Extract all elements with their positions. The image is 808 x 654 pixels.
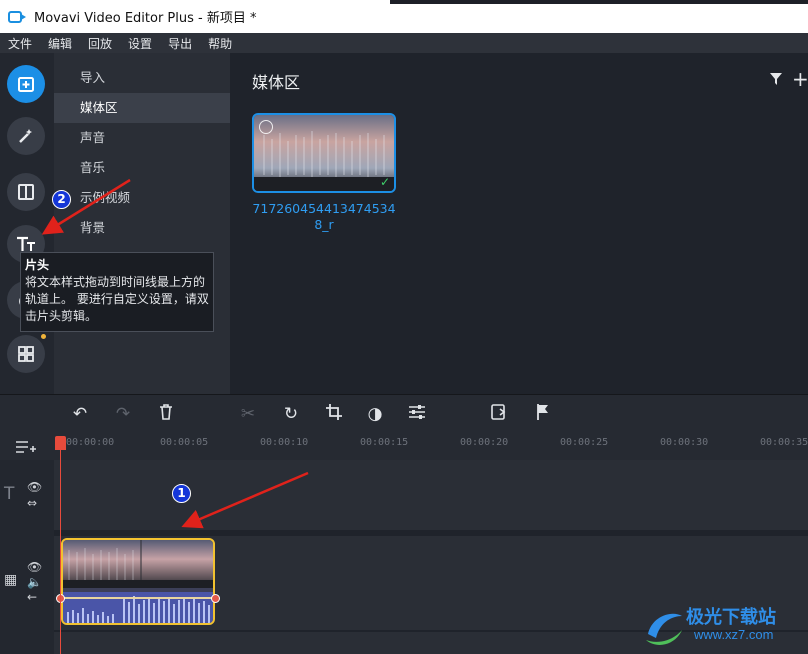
annotation-marker-2: 2 [52,190,71,209]
title-bar-strip [390,0,808,4]
play-icon [259,120,273,134]
more-tools-button[interactable] [7,335,45,373]
tooltip-body: 将文本样式拖动到时间线最上方的轨道上。 要进行自定义设置，请双击片头剪辑。 [25,275,209,323]
playhead-line[interactable] [60,440,61,654]
timeline-ruler[interactable]: 00:00:00 00:00:05 00:00:10 00:00:15 00:0… [0,432,808,460]
clip-right-handle[interactable] [211,594,220,603]
checkmark-icon: ✓ [379,175,390,189]
media-clip-name: 717260454413474534 8_r [252,201,396,232]
add-track-icon[interactable] [16,440,36,458]
eye-icon[interactable]: 👁 [27,560,42,574]
watermark: 极光下载站 www.xz7.com [642,602,802,650]
volume-line[interactable] [63,597,213,599]
video-track-icon: ▦ [4,572,18,588]
transition-icon [18,184,34,200]
rotate-icon[interactable]: ↻ [281,404,301,424]
ruler-label: 00:00:30 [660,437,709,448]
add-icon[interactable]: + [792,67,808,91]
transition-wizard-icon[interactable] [490,404,510,424]
notification-dot [41,334,46,339]
media-clip-thumbnail[interactable]: ✓ [252,113,396,193]
filter-icon[interactable] [770,73,782,85]
track-headers: T 👁 ⇔ ▦ 👁 🔈 ← [0,460,54,654]
text-track-icon: T [4,484,15,504]
titles-icon [17,236,35,251]
menu-file[interactable]: 文件 [8,35,32,52]
watermark-url: www.xz7.com [694,627,774,642]
ruler-label: 00:00:25 [560,437,609,448]
title-bar: Movavi Video Editor Plus - 新项目 * [0,0,808,33]
add-media-icon [18,77,34,92]
ruler-label: 00:00:05 [160,437,209,448]
magic-wand-icon [19,129,32,143]
category-backgrounds[interactable]: 背景 [54,213,230,243]
menu-settings[interactable]: 设置 [128,35,152,52]
ruler-label: 00:00:35 [760,437,808,448]
import-tool-button[interactable] [7,65,45,103]
cut-icon[interactable]: ✂ [238,404,258,424]
marker-flag-icon[interactable] [533,404,553,424]
clip-preview-image [254,115,394,191]
delete-icon[interactable] [156,404,176,424]
transitions-tool-button[interactable] [7,173,45,211]
undo-icon[interactable]: ↶ [70,404,90,424]
media-bin-panel: 媒体区 + ✓ 717260454413474534 8_r [230,53,808,394]
menu-export[interactable]: 导出 [168,35,192,52]
link-icon[interactable]: ⇔ [27,496,37,510]
category-music[interactable]: 音乐 [54,153,230,183]
app-logo-icon [8,10,26,23]
category-sample-videos[interactable]: 示例视频 [54,183,230,213]
watermark-logo-icon [646,613,682,645]
grid-icon [18,346,34,362]
redo-icon[interactable]: ↷ [113,404,133,424]
ruler-label: 00:00:10 [260,437,309,448]
category-panel: 导入 媒体区 声音 音乐 示例视频 背景 [54,53,230,394]
category-import[interactable]: 导入 [54,63,230,93]
ruler-label: 00:00:00 [66,437,115,448]
timeline-toolbar: ↶ ↷ ✂ ↻ ◑ [0,394,808,432]
timeline-clip[interactable] [61,538,215,625]
eye-icon[interactable]: 👁 [27,480,42,494]
media-bin-title: 媒体区 [252,73,301,92]
category-media-bin[interactable]: 媒体区 [54,93,230,123]
back-arrow-icon[interactable]: ← [27,590,37,604]
crop-icon[interactable] [324,404,344,424]
window-title: Movavi Video Editor Plus - 新项目 * [34,11,257,26]
menu-playback[interactable]: 回放 [88,35,112,52]
tooltip-title: 片头 [25,258,50,272]
ruler-label: 00:00:20 [460,437,509,448]
titles-tooltip: 片头 将文本样式拖动到时间线最上方的轨道上。 要进行自定义设置，请双击片头剪辑。 [20,252,214,332]
category-sounds[interactable]: 声音 [54,123,230,153]
watermark-text: 极光下载站 [686,607,776,628]
annotation-marker-1: 1 [172,484,191,503]
ruler-label: 00:00:15 [360,437,409,448]
volume-icon[interactable]: 🔈 [27,575,42,589]
menu-bar: 文件 编辑 回放 设置 导出 帮助 [0,33,808,53]
tool-sidebar: ◐ [0,53,54,394]
menu-edit[interactable]: 编辑 [48,35,72,52]
filters-tool-button[interactable] [7,117,45,155]
color-adjust-icon[interactable]: ◑ [365,404,385,424]
menu-help[interactable]: 帮助 [208,35,232,52]
title-track[interactable] [54,460,808,530]
clip-frames [63,540,213,588]
clip-properties-icon[interactable] [407,404,427,424]
